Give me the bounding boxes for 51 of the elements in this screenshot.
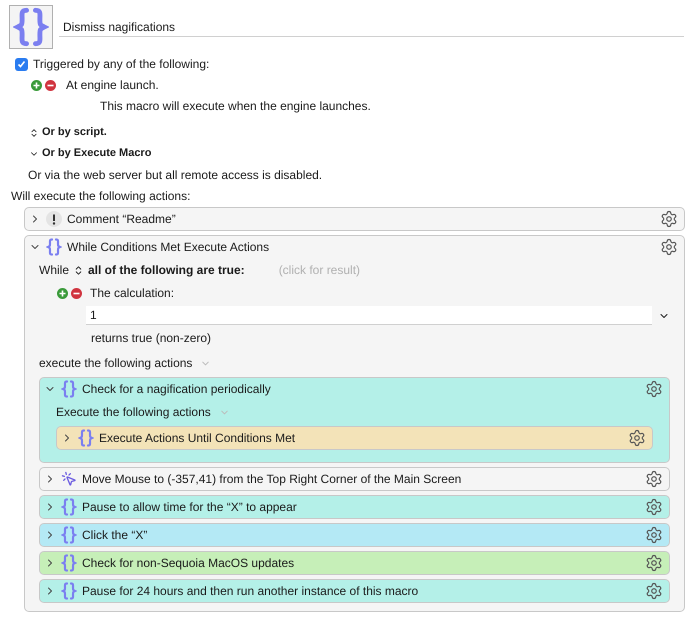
- remove-icon[interactable]: [71, 288, 82, 298]
- add-icon[interactable]: [57, 288, 68, 298]
- action-title: Comment “Readme”: [67, 211, 177, 228]
- remove-icon[interactable]: [45, 80, 56, 90]
- settings-icon[interactable]: [645, 554, 663, 572]
- updown-icon[interactable]: [29, 128, 39, 138]
- trigger-description: This macro will execute when the engine launches.: [99, 98, 372, 115]
- action-title: Move Mouse to (-357,41) from the Top Right Corner of the Main Screen: [82, 471, 462, 488]
- actions-heading: Will execute the following actions:: [10, 188, 192, 205]
- braces-icon: [61, 582, 77, 600]
- exclamation-icon: [46, 211, 62, 227]
- trigger-option[interactable]: Or by Execute Macro: [42, 145, 152, 162]
- settings-icon[interactable]: [645, 526, 663, 544]
- execute-label: execute the following actions: [39, 355, 192, 372]
- settings-icon[interactable]: [660, 210, 678, 228]
- action-title: Click the “X”: [82, 527, 148, 544]
- while-label: While: [39, 262, 69, 279]
- braces-icon: [13, 7, 49, 47]
- execute-label: Execute the following actions: [56, 404, 211, 421]
- checkmark-icon: [17, 60, 26, 68]
- braces-icon: [46, 238, 62, 256]
- returns-text: returns true (non-zero): [90, 330, 212, 347]
- braces-icon: [61, 554, 77, 572]
- action-title: Check for non-Sequoia MacOS updates: [82, 555, 296, 572]
- action-title: Check for a nagification periodically: [82, 381, 272, 398]
- updown-icon[interactable]: [73, 264, 84, 276]
- action-title: Pause for 24 hours and then run another instance of this macro: [82, 583, 420, 600]
- settings-icon[interactable]: [660, 238, 678, 256]
- trigger-label: Triggered by any of the following:: [33, 56, 210, 73]
- web-server-text: Or via the web server but all remote access is disabled.: [27, 166, 324, 184]
- settings-icon[interactable]: [645, 380, 663, 398]
- braces-icon: [61, 526, 77, 544]
- action-title: Execute Actions Until Conditions Met: [99, 430, 296, 447]
- braces-icon: [61, 380, 77, 398]
- trigger-item: At engine launch.: [66, 77, 159, 94]
- settings-icon[interactable]: [628, 429, 646, 447]
- braces-icon: [78, 429, 94, 447]
- trigger-option[interactable]: Or by script.: [42, 124, 107, 141]
- action-title: Pause to allow time for the “X” to appear: [82, 499, 298, 516]
- action-title: While Conditions Met Execute Actions: [67, 239, 270, 256]
- condition-label: The calculation:: [90, 285, 174, 302]
- trigger-checkbox[interactable]: [15, 58, 28, 70]
- settings-icon[interactable]: [645, 582, 663, 600]
- settings-icon[interactable]: [645, 470, 663, 488]
- settings-icon[interactable]: [645, 498, 663, 516]
- mouse-pointer-icon: [61, 471, 77, 487]
- braces-icon: [61, 498, 77, 516]
- macro-icon-well[interactable]: [9, 5, 53, 49]
- calculation-field[interactable]: 1: [86, 306, 652, 325]
- condition-mode[interactable]: all of the following are true:: [88, 261, 245, 279]
- add-icon[interactable]: [31, 80, 42, 90]
